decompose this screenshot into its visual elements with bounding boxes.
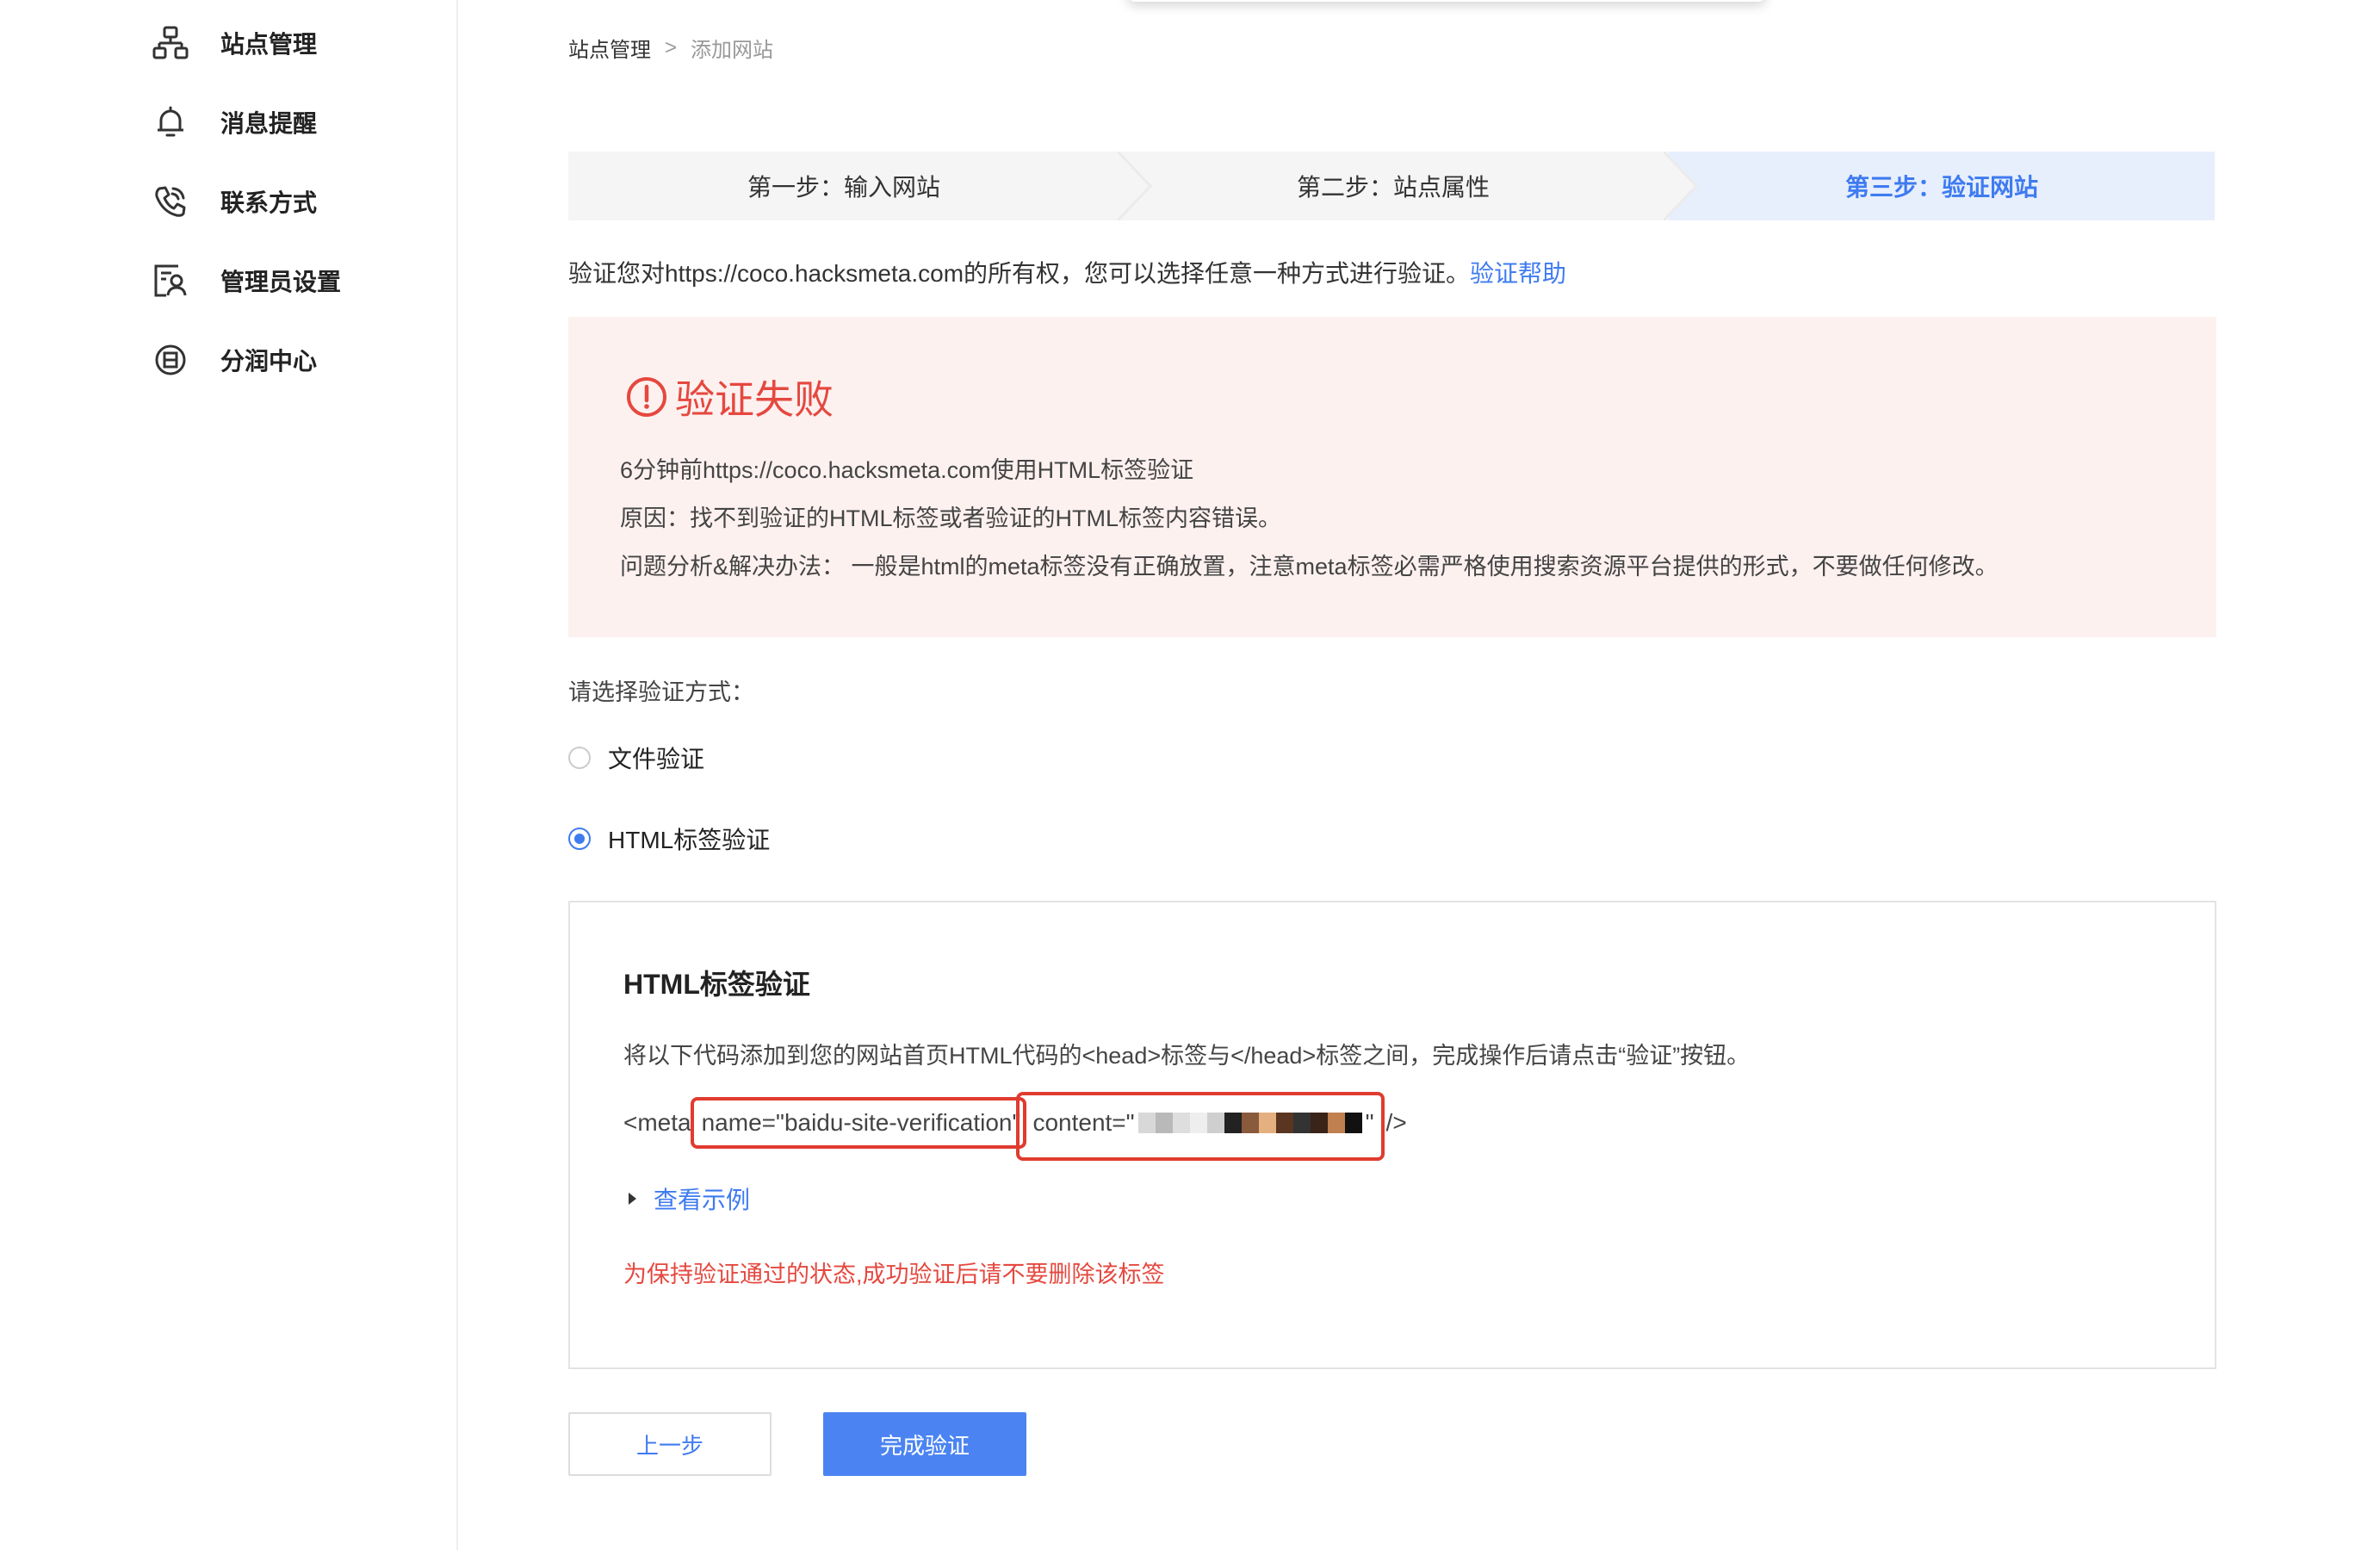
previous-step-button[interactable]: 上一步 xyxy=(568,1412,772,1476)
finish-verification-button[interactable]: 完成验证 xyxy=(823,1412,1026,1476)
html-tag-verification-panel: HTML标签验证 将以下代码添加到您的网站首页HTML代码的<head>标签与<… xyxy=(568,901,2216,1369)
bell-icon xyxy=(150,102,191,143)
panel-description: 将以下代码添加到您的网站首页HTML代码的<head>标签与</head>标签之… xyxy=(623,1043,1751,1069)
error-title-text: 验证失败 xyxy=(675,377,834,422)
verification-error-panel: 验证失败 6分钟前https://coco.hacksmeta.com使用HTM… xyxy=(568,317,2216,637)
error-solution-line: 问题分析&解决办法： 一般是html的meta标签没有正确放置，注意meta标签… xyxy=(620,554,1999,580)
sidebar-item-label: 管理员设置 xyxy=(220,269,342,295)
verification-help-link[interactable]: 验证帮助 xyxy=(1470,260,1566,287)
code-content-start: content=" xyxy=(1032,1109,1135,1136)
radio-file-verification[interactable]: 文件验证 xyxy=(568,741,704,775)
breadcrumb-current: 添加网站 xyxy=(691,39,774,62)
phone-icon xyxy=(150,181,191,222)
panel-title: HTML标签验证 xyxy=(623,969,810,1000)
sitemap-icon xyxy=(150,22,191,64)
code-prefix: <meta xyxy=(623,1109,691,1136)
sidebar-item-label: 分润中心 xyxy=(220,348,318,375)
breadcrumb: 站点管理 > 添加网站 xyxy=(568,33,773,63)
radio-html-tag-verification[interactable]: HTML标签验证 xyxy=(568,822,770,856)
redacted-token xyxy=(1137,1113,1362,1133)
sidebar-item-contact[interactable]: 联系方式 xyxy=(150,176,317,227)
step-indicator: 第一步：输入网站 第二步：站点属性 第三步：验证网站 xyxy=(568,152,2215,220)
code-name-attr: name="baidu-site-verification" xyxy=(701,1109,1021,1136)
sidebar-item-label: 站点管理 xyxy=(220,31,318,58)
view-example-link[interactable]: 查看示例 xyxy=(654,1181,750,1216)
verification-intro: 验证您对https://coco.hacksmeta.com的所有权，您可以选择… xyxy=(568,255,1566,289)
chevron-right-icon: > xyxy=(665,35,678,59)
radio-button[interactable] xyxy=(568,747,591,769)
caret-right-icon xyxy=(629,1193,636,1205)
radio-label: HTML标签验证 xyxy=(608,827,771,853)
step-3: 第三步：验证网站 xyxy=(1844,174,2038,201)
revenue-icon xyxy=(150,339,191,381)
view-example-toggle[interactable]: 查看示例 xyxy=(629,1181,750,1216)
sidebar-item-site-management[interactable]: 站点管理 xyxy=(150,17,317,69)
error-reason-line: 原因：找不到验证的HTML标签或者验证的HTML标签内容错误。 xyxy=(620,505,1281,531)
sidebar-item-notifications[interactable]: 消息提醒 xyxy=(150,96,317,148)
radio-button[interactable] xyxy=(568,828,591,850)
floating-toast-edge xyxy=(1128,0,1765,2)
method-label: 请选择验证方式： xyxy=(568,679,754,705)
admin-user-icon xyxy=(150,260,191,301)
sidebar-item-label: 联系方式 xyxy=(220,189,318,216)
breadcrumb-root-link[interactable]: 站点管理 xyxy=(568,33,651,63)
step-1: 第一步：输入网站 xyxy=(747,174,940,201)
sidebar-item-label: 消息提醒 xyxy=(220,110,318,137)
error-title: 验证失败 xyxy=(625,369,834,425)
keep-tag-note: 为保持验证通过的状态,成功验证后请不要删除该标签 xyxy=(623,1262,1165,1287)
code-suffix: /> xyxy=(1385,1109,1407,1136)
alert-circle-icon xyxy=(627,377,666,417)
radio-label: 文件验证 xyxy=(608,746,705,772)
code-content-end: " xyxy=(1365,1109,1374,1136)
sidebar: 站点管理 消息提醒 联系方式 管理员设置 分润中心 xyxy=(0,0,458,1550)
intro-text: 验证您对https://coco.hacksmeta.com的所有权，您可以选择… xyxy=(568,260,1471,287)
sidebar-item-admin-settings[interactable]: 管理员设置 xyxy=(150,255,341,307)
sidebar-item-revenue-center[interactable]: 分润中心 xyxy=(150,334,317,386)
meta-tag-code[interactable]: <meta name="baidu-site-verification" con… xyxy=(623,1109,1407,1137)
step-2: 第二步：站点属性 xyxy=(1296,174,1490,201)
error-time-line: 6分钟前https://coco.hacksmeta.com使用HTML标签验证 xyxy=(620,457,1194,483)
